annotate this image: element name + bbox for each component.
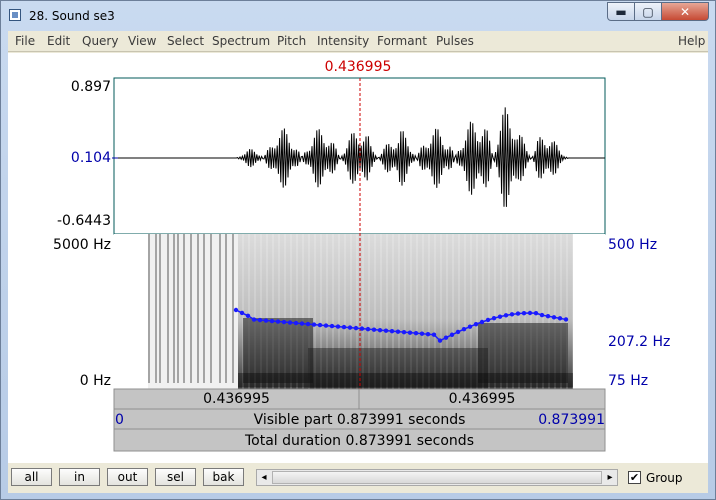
menu-intensity[interactable]: Intensity: [317, 34, 369, 48]
sound-editor-window: 28. Sound se3 ▬ ▢ ✕ File Edit Query View…: [0, 0, 716, 500]
window-title: 28. Sound se3: [29, 9, 115, 23]
pitch-point: [551, 315, 557, 320]
pitch-point: [461, 327, 467, 332]
pitch-point: [365, 326, 371, 332]
pitch-point: [521, 310, 527, 316]
total-duration-label[interactable]: Total duration 0.873991 seconds: [114, 433, 605, 449]
pitch-point: [497, 314, 503, 319]
pitch-point: [545, 313, 551, 319]
pitch-point: [509, 312, 515, 317]
app-icon: [9, 9, 21, 21]
pitch-point: [407, 330, 413, 335]
client-area: File Edit Query View Select Spectrum Pit…: [8, 31, 708, 493]
pitch-point: [437, 338, 443, 343]
menu-file[interactable]: File: [15, 34, 35, 48]
zoom-back-button[interactable]: bak: [203, 468, 244, 486]
pitch-point: [449, 332, 455, 337]
pitch-point: [299, 321, 305, 326]
zoom-selection-button[interactable]: sel: [155, 468, 196, 486]
scroll-right-icon[interactable]: ▸: [603, 470, 617, 485]
pitch-point: [353, 325, 359, 331]
menu-select[interactable]: Select: [167, 34, 204, 48]
visible-end-label: 0.873991: [538, 412, 605, 428]
pitch-point: [473, 322, 479, 327]
bottom-toolbar: all in out sel bak ◂ ▸ ✔ Group: [8, 463, 708, 493]
pitch-point: [281, 319, 287, 325]
pitch-point: [317, 322, 323, 328]
minimize-button[interactable]: ▬: [607, 2, 635, 21]
group-label: Group: [646, 471, 683, 485]
pitch-point: [329, 323, 335, 329]
group-checkbox[interactable]: ✔: [628, 471, 641, 484]
pitch-point: [305, 321, 311, 327]
pitch-point: [341, 324, 347, 330]
horizontal-scrollbar[interactable]: ◂ ▸: [256, 469, 618, 486]
pitch-point: [323, 323, 329, 328]
pitch-point: [431, 332, 437, 337]
pitch-point: [239, 310, 245, 316]
pitch-point: [245, 313, 251, 318]
pitch-point: [251, 317, 257, 322]
pitch-point: [311, 322, 317, 327]
pitch-point: [527, 310, 533, 316]
pitch-point: [371, 327, 377, 332]
pitch-point: [467, 324, 473, 329]
zoom-all-button[interactable]: all: [11, 468, 52, 486]
pitch-point: [419, 331, 425, 336]
minimize-icon: ▬: [615, 4, 627, 19]
zoom-in-button[interactable]: in: [59, 468, 100, 486]
pitch-point: [539, 312, 545, 318]
right-time-label: 0.436995: [448, 391, 516, 407]
pitch-point: [563, 317, 569, 322]
menu-bar: File Edit Query View Select Spectrum Pit…: [8, 31, 708, 51]
pitch-point: [347, 325, 353, 330]
menu-pitch[interactable]: Pitch: [277, 34, 306, 48]
scroll-left-icon[interactable]: ◂: [257, 470, 271, 485]
visible-part-label[interactable]: Visible part 0.873991 seconds: [114, 412, 605, 428]
pitch-point: [443, 335, 449, 340]
pitch-point: [503, 313, 509, 318]
pitch-point: [425, 331, 431, 337]
pitch-point: [275, 319, 281, 324]
pitch-point: [395, 329, 401, 334]
pitch-point: [515, 311, 521, 316]
pitch-point: [533, 310, 539, 316]
pitch-point: [263, 318, 269, 323]
menu-formant[interactable]: Formant: [377, 34, 427, 48]
pitch-point: [293, 320, 299, 326]
menu-view[interactable]: View: [128, 34, 156, 48]
title-bar[interactable]: 28. Sound se3 ▬ ▢ ✕: [1, 1, 715, 29]
menu-pulses[interactable]: Pulses: [436, 34, 474, 48]
pitch-point: [401, 329, 407, 335]
pitch-point: [413, 330, 419, 336]
close-button[interactable]: ✕: [661, 2, 709, 21]
pitch-point: [269, 318, 275, 324]
pitch-point: [485, 317, 491, 323]
pitch-point: [479, 319, 485, 325]
pitch-point: [377, 327, 383, 333]
menu-query[interactable]: Query: [82, 34, 118, 48]
left-time-label: 0.436995: [203, 391, 270, 407]
close-icon: ✕: [679, 4, 691, 19]
pitch-point: [455, 329, 461, 335]
pitch-point: [557, 316, 563, 321]
editor-canvas[interactable]: 0.436995 0.897 0.104 -0.6443 5000 Hz 0 H…: [8, 53, 708, 463]
maximize-button[interactable]: ▢: [634, 2, 662, 21]
menu-spectrum[interactable]: Spectrum: [212, 34, 270, 48]
menu-edit[interactable]: Edit: [47, 34, 70, 48]
pitch-point: [389, 328, 395, 334]
menu-separator: [8, 51, 708, 52]
menu-help[interactable]: Help: [678, 34, 705, 48]
scrollbar-thumb[interactable]: [272, 471, 602, 484]
pitch-point: [287, 320, 293, 325]
pitch-point: [383, 328, 389, 333]
maximize-icon: ▢: [642, 4, 654, 19]
pitch-point: [359, 326, 365, 331]
pitch-point: [491, 315, 497, 321]
pitch-point: [257, 317, 263, 323]
zoom-out-button[interactable]: out: [107, 468, 148, 486]
pitch-point: [335, 324, 341, 329]
pitch-point: [233, 307, 239, 313]
